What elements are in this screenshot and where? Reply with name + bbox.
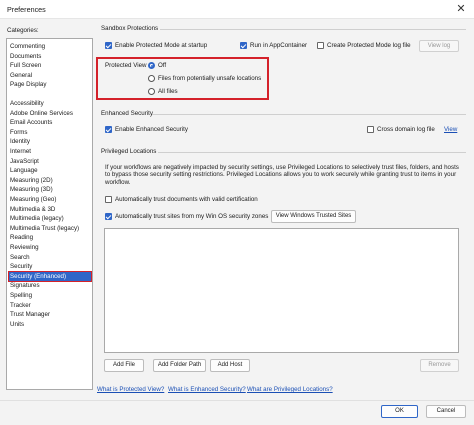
enhanced-section-title: Enhanced Security (101, 110, 153, 117)
app-container-label: Run in AppContainer (250, 42, 308, 49)
log-file-label: Create Protected Mode log file (327, 42, 411, 49)
title-bar: Preferences ✕ (0, 0, 474, 19)
auto-cert-label: Automatically trust documents with valid… (115, 196, 258, 203)
radio-off-label: Off (158, 62, 167, 69)
radio-all-files-label: All files (158, 88, 178, 95)
auto-cert-checkbox[interactable] (105, 196, 112, 203)
category-item[interactable]: General (9, 71, 91, 80)
sandbox-section-title: Sandbox Protections (101, 25, 159, 32)
privileged-description: If your workflows are negatively impacte… (105, 164, 459, 186)
category-item[interactable]: Multimedia (legacy) (9, 214, 91, 223)
add-host-button[interactable]: Add Host (210, 359, 250, 372)
add-file-button[interactable]: Add File (104, 359, 144, 372)
privileged-locations-list[interactable] (104, 228, 459, 353)
what-is-protected-view-link[interactable]: What is Protected View? (97, 386, 164, 393)
category-item[interactable]: Identity (9, 137, 91, 146)
enhanced-view-link[interactable]: View (444, 126, 457, 133)
category-item[interactable]: Accessibility (9, 99, 91, 108)
footer-divider (0, 400, 474, 401)
window-title: Preferences (7, 5, 46, 14)
enhanced-security-label: Enable Enhanced Security (115, 126, 188, 133)
category-item[interactable]: Search (9, 253, 91, 262)
view-log-button[interactable]: View log (419, 40, 459, 52)
radio-unsafe-locations[interactable] (148, 75, 155, 82)
category-item[interactable]: Full Screen (9, 61, 91, 70)
category-item[interactable]: Signatures (9, 281, 91, 290)
category-item[interactable]: Tracker (9, 301, 91, 310)
cross-domain-checkbox[interactable] (367, 126, 374, 133)
app-container-checkbox[interactable] (240, 42, 247, 49)
category-item[interactable]: Commenting (9, 42, 91, 51)
categories-label: Categories: (7, 27, 39, 34)
category-item[interactable]: Measuring (Geo) (9, 195, 91, 204)
privileged-divider (158, 152, 466, 153)
category-item[interactable]: Forms (9, 128, 91, 137)
category-item[interactable]: Trust Manager (9, 310, 91, 319)
log-file-checkbox[interactable] (317, 42, 324, 49)
add-folder-path-button[interactable]: Add Folder Path (153, 359, 206, 372)
protected-mode-checkbox[interactable] (105, 42, 112, 49)
what-are-privileged-locations-link[interactable]: What are Privileged Locations? (247, 386, 333, 393)
category-item[interactable]: Measuring (2D) (9, 176, 91, 185)
radio-unsafe-locations-label: Files from potentially unsafe locations (158, 75, 262, 82)
enhanced-divider (152, 114, 466, 115)
ok-button[interactable]: OK (381, 405, 418, 418)
protected-view-label: Protected View (105, 62, 147, 69)
category-item[interactable]: Measuring (3D) (9, 185, 91, 194)
what-is-enhanced-security-link[interactable]: What is Enhanced Security? (168, 386, 246, 393)
category-item[interactable]: Adobe Online Services (9, 109, 91, 118)
category-item[interactable]: Multimedia & 3D (9, 205, 91, 214)
category-item[interactable]: Reading (9, 233, 91, 242)
category-item[interactable]: Page Display (9, 80, 91, 89)
enhanced-security-checkbox[interactable] (105, 126, 112, 133)
cancel-button[interactable]: Cancel (426, 405, 466, 418)
sandbox-divider (160, 29, 466, 30)
category-item[interactable]: Documents (9, 52, 91, 61)
auto-win-checkbox[interactable] (105, 213, 112, 220)
category-item[interactable]: Language (9, 166, 91, 175)
privileged-section-title: Privileged Locations (101, 148, 157, 155)
category-item[interactable]: Reviewing (9, 243, 91, 252)
categories-list[interactable]: Commenting Documents Full Screen General Pag… (6, 38, 93, 390)
radio-all-files[interactable] (148, 88, 155, 95)
category-item[interactable]: JavaScript (9, 157, 91, 166)
view-trusted-sites-button[interactable]: View Windows Trusted Sites (271, 210, 356, 223)
category-item[interactable]: Units (9, 320, 91, 329)
category-item[interactable]: Multimedia Trust (legacy) (9, 224, 91, 233)
remove-button[interactable]: Remove (420, 359, 459, 372)
radio-off[interactable] (148, 62, 155, 69)
category-item[interactable]: Security (9, 262, 91, 271)
category-item[interactable]: Internet (9, 147, 91, 156)
protected-mode-label: Enable Protected Mode at startup (115, 42, 208, 49)
category-item[interactable]: Spelling (9, 291, 91, 300)
cross-domain-label: Cross domain log file (377, 126, 435, 133)
category-item[interactable]: Security (Enhanced) (8, 270, 92, 282)
auto-win-label: Automatically trust sites from my Win OS… (115, 213, 269, 220)
close-icon[interactable]: ✕ (454, 2, 468, 16)
category-item[interactable]: Email Accounts (9, 118, 91, 127)
